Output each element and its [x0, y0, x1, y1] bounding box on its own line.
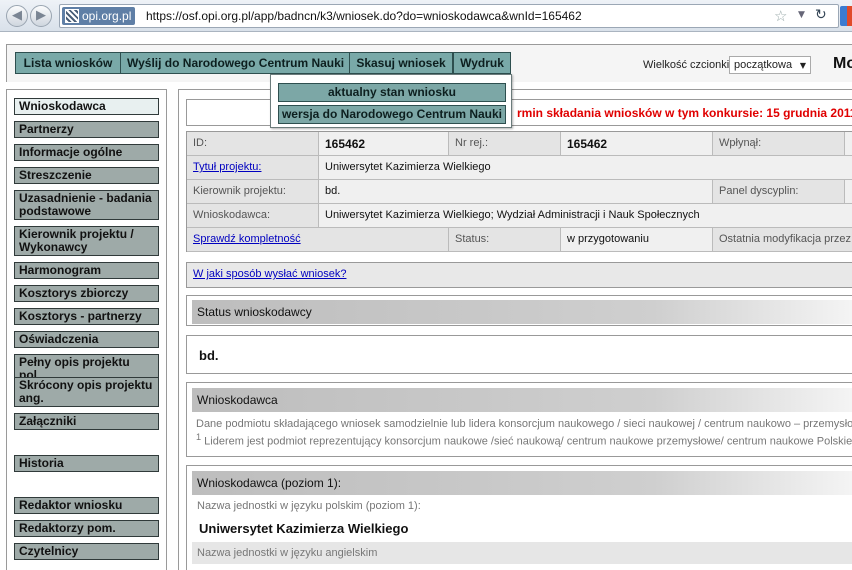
status-wnioskodawcy-section: Status wnioskodawcy [186, 295, 852, 326]
kierownik-label: Kierownik projektu: [187, 180, 319, 204]
tytul-label-cell: Tytuł projektu: [187, 156, 319, 180]
menu-item-aktualny-stan[interactable]: aktualny stan wniosku [278, 83, 506, 102]
status-wnioskodawcy-heading: Status wnioskodawcy [192, 300, 852, 324]
url-text[interactable]: https://osf.opi.org.pl/app/badncn/k3/wni… [146, 9, 582, 23]
howto-box: W jaki sposób wysłać wniosek? [186, 262, 852, 288]
history-dropdown-icon[interactable]: ▼ [798, 10, 805, 20]
font-size-select[interactable]: początkowa ▼ [729, 56, 811, 74]
panel-value [845, 180, 852, 204]
forward-arrow-icon[interactable]: ▶ [30, 5, 52, 27]
wplynal-label: Wpłynął: [713, 132, 845, 156]
ostatnia-modyfikacja-label: Ostatnia modyfikacja przez [713, 228, 852, 252]
sidebar-item-informacje-ogolne[interactable]: Informacje ogólne [14, 144, 159, 161]
tytul-value: Uniwersytet Kazimierza Wielkiego [319, 156, 852, 180]
main-content: rmin składania wniosków w tym konkursie:… [178, 89, 852, 570]
bookmark-star-icon[interactable]: ☆ [774, 7, 787, 25]
wplynal-value [845, 132, 852, 156]
status-wnioskodawcy-value: bd. [199, 348, 219, 363]
nr-rej-value: 165462 [561, 132, 713, 156]
font-size-value: początkowa [734, 59, 793, 71]
id-label: ID: [187, 132, 319, 156]
sidebar-item-kosztorys-zbiorczy[interactable]: Kosztorys zbiorczy [14, 285, 159, 302]
wnioskodawca-desc-line2: 1 Liderem jest podmiot reprezentujący ko… [196, 432, 852, 448]
nazwa-pl-value: Uniwersytet Kazimierza Wielkiego [199, 521, 409, 536]
poziom1-heading: Wnioskodawca (poziom 1): [192, 471, 852, 495]
wyslij-ncn-button[interactable]: Wyślij do Narodowego Centrum Nauki [120, 52, 350, 74]
howto-link[interactable]: W jaki sposób wysłać wniosek? [193, 268, 346, 280]
nazwa-en-label: Nazwa jednostki w języku angielskim [197, 547, 378, 559]
wydruk-button[interactable]: Wydruk [453, 52, 511, 74]
sidebar-item-oswiadczenia[interactable]: Oświadczenia [14, 331, 159, 348]
sprawdz-cell: Sprawdź kompletność [187, 228, 449, 252]
chevron-down-icon: ▼ [799, 61, 806, 70]
wnioskodawca-desc-line1: Dane podmiotu składającego wniosek samod… [196, 418, 852, 430]
sidebar-item-historia[interactable]: Historia [14, 455, 159, 472]
sidebar-item-czytelnicy[interactable]: Czytelnicy [14, 543, 159, 560]
sidebar-item-kierownik[interactable]: Kierownik projektu / Wykonawcy [14, 226, 159, 256]
tytul-projektu-link[interactable]: Tytuł projektu: [193, 161, 261, 173]
menu-item-wersja-ncn[interactable]: wersja do Narodowego Centrum Nauki [278, 105, 506, 124]
site-identity-badge[interactable]: opi.org.pl [62, 7, 136, 25]
id-value: 165462 [319, 132, 449, 156]
nazwa-en-row: Nazwa jednostki w języku angielskim [192, 542, 852, 564]
wydruk-dropdown-menu: aktualny stan wniosku wersja do Narodowe… [270, 74, 512, 128]
nr-rej-label: Nr rej.: [449, 132, 561, 156]
lista-wnioskow-button[interactable]: Lista wniosków [15, 52, 121, 74]
address-bar[interactable]: opi.org.pl https://osf.opi.org.pl/app/ba… [59, 4, 839, 28]
wnioskodawca-label: Wnioskodawca: [187, 204, 319, 228]
status-wnioskodawcy-value-box: bd. [186, 335, 852, 374]
sidebar-item-wnioskodawca[interactable]: Wnioskodawca [14, 98, 159, 115]
reload-icon[interactable]: ↻ [815, 7, 827, 23]
extension-icon[interactable] [840, 6, 852, 26]
sidebar-item-streszczenie[interactable]: Streszczenie [14, 167, 159, 184]
panel-label: Panel dyscyplin: [713, 180, 845, 204]
wnioskodawca-value: Uniwersytet Kazimierza Wielkiego; Wydzia… [319, 204, 852, 228]
sidebar-item-redaktor-wniosku[interactable]: Redaktor wniosku [14, 497, 159, 514]
sidebar-item-redaktorzy-pom[interactable]: Redaktorzy pom. [14, 520, 159, 537]
sidebar-item-harmonogram[interactable]: Harmonogram [14, 262, 159, 279]
footnote-text: Liderem jest podmiot reprezentujący kons… [204, 435, 852, 448]
font-size-label: Wielkość czcionki: [643, 59, 733, 71]
sidebar: Wnioskodawca Partnerzy Informacje ogólne… [6, 89, 167, 570]
application-info-table: ID: 165462 Nr rej.: 165462 Wpłynął: Tytu… [186, 131, 852, 252]
sidebar-item-kosztorys-partnerzy[interactable]: Kosztorys - partnerzy [14, 308, 159, 325]
kierownik-value: bd. [319, 180, 713, 204]
sprawdz-kompletnosc-link[interactable]: Sprawdź kompletność [193, 233, 301, 245]
deadline-text: rmin składania wniosków w tym konkursie:… [517, 106, 852, 120]
wnioskodawca-heading: Wnioskodawca [192, 388, 852, 412]
sidebar-item-partnerzy[interactable]: Partnerzy [14, 121, 159, 138]
nazwa-pl-label: Nazwa jednostki w języku polskim (poziom… [197, 500, 421, 512]
skasuj-wniosek-button[interactable]: Skasuj wniosek [349, 52, 453, 74]
back-arrow-icon[interactable]: ◀ [6, 5, 28, 27]
status-label: Status: [449, 228, 561, 252]
wnioskodawca-section: Wnioskodawca Dane podmiotu składającego … [186, 382, 852, 457]
poziom1-section: Wnioskodawca (poziom 1): Nazwa jednostki… [186, 465, 852, 570]
sidebar-item-skrocony-opis[interactable]: Skrócony opis projektu ang. [14, 377, 159, 407]
browser-toolbar: ◀ ▶ opi.org.pl https://osf.opi.org.pl/ap… [0, 0, 852, 32]
sidebar-item-uzasadnienie[interactable]: Uzasadnienie - badania podstawowe [14, 190, 159, 220]
site-badge-label: opi.org.pl [82, 9, 132, 23]
sidebar-item-zalaczniki[interactable]: Załączniki [14, 413, 159, 430]
header-truncated-text: Mo [833, 55, 852, 72]
footnote-mark: 1 [196, 432, 202, 442]
site-favicon-icon [65, 9, 79, 23]
status-value: w przygotowaniu [561, 228, 713, 252]
